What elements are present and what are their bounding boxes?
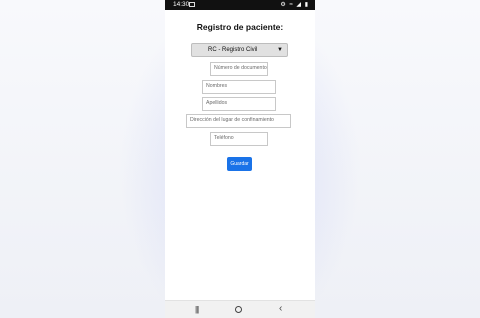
document-type-value: RC - Registro Civil (208, 47, 258, 53)
first-names-field[interactable]: Nombres (202, 80, 276, 94)
status-bar: 14:30 ⚙ ≈ ◢ ▮ (165, 0, 315, 10)
navigation-bar: ||| ‹ (165, 300, 315, 318)
first-names-placeholder: Nombres (206, 83, 228, 89)
caret-down-icon: ▼ (277, 47, 283, 53)
last-names-field[interactable]: Apellidos (202, 97, 276, 111)
status-icons: ⚙ ≈ ◢ ▮ (280, 2, 309, 8)
address-field[interactable]: Dirección del lugar de confinamiento (186, 114, 291, 128)
home-icon[interactable] (235, 306, 242, 313)
phone-screen: 14:30 ⚙ ≈ ◢ ▮ Registro de paciente: RC -… (165, 0, 315, 318)
document-number-field[interactable]: Número de documento (210, 62, 268, 76)
phone-field[interactable]: Teléfono (210, 132, 268, 146)
gallery-notification-icon (189, 2, 195, 7)
document-type-select[interactable]: RC - Registro Civil ▼ (191, 43, 288, 57)
address-placeholder: Dirección del lugar de confinamiento (190, 117, 274, 123)
status-time: 14:30 (173, 1, 190, 8)
recent-apps-icon[interactable]: ||| (195, 305, 199, 314)
page-title: Registro de paciente: (196, 22, 284, 32)
back-icon[interactable]: ‹ (279, 303, 282, 314)
document-number-placeholder: Número de documento (214, 65, 267, 71)
phone-placeholder: Teléfono (214, 135, 234, 141)
last-names-placeholder: Apellidos (206, 100, 228, 106)
save-button[interactable]: Guardar (227, 157, 252, 171)
